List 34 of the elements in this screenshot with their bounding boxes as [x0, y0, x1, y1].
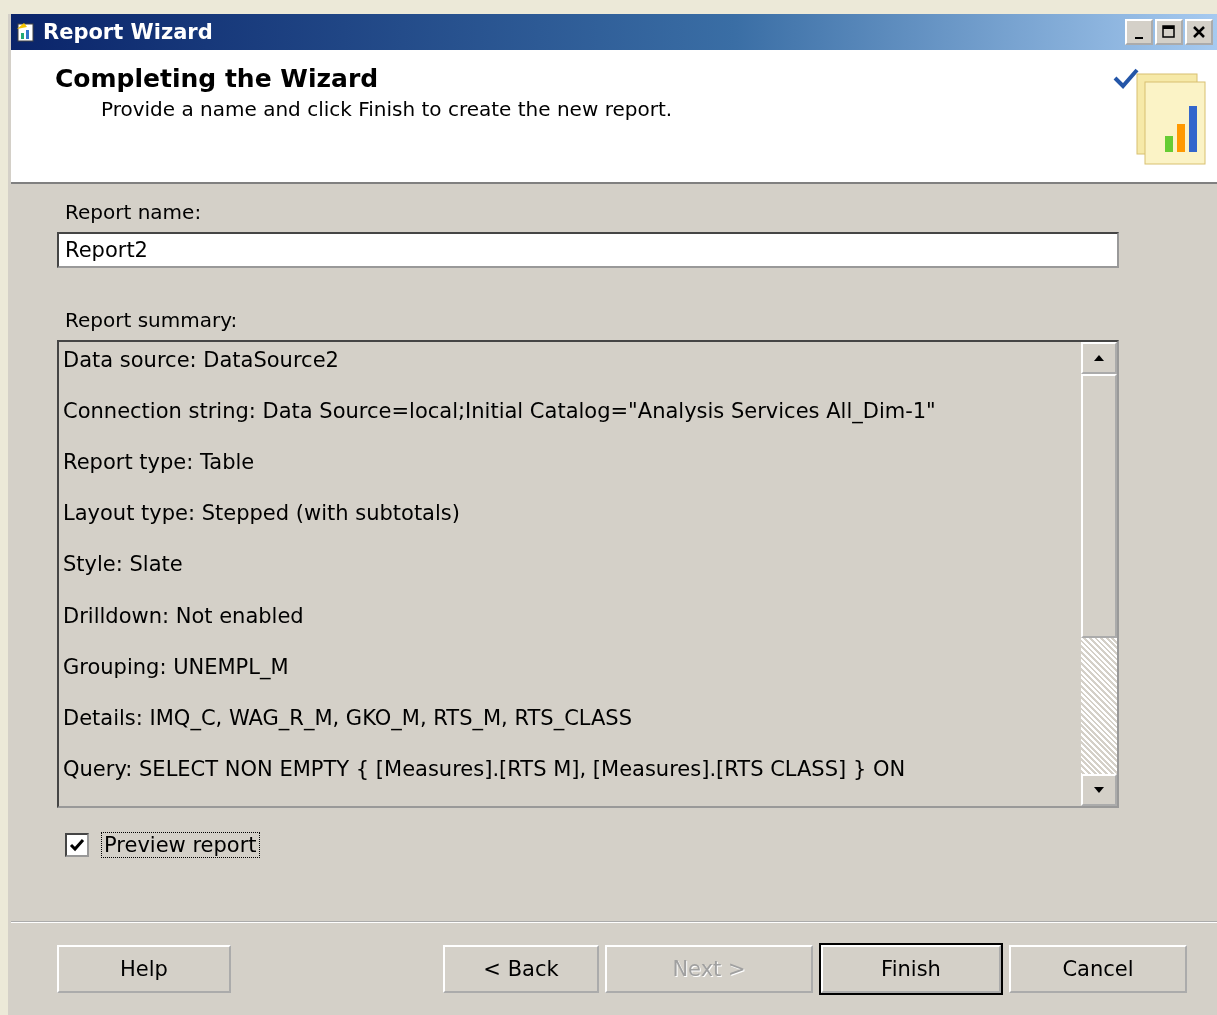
report-name-label: Report name: — [64, 200, 203, 224]
summary-line: Connection string: Data Source=local;Initial Catalog="Analysis Services All_Dim-1" — [63, 398, 937, 426]
summary-line: Layout type: Stepped (with subtotals) — [63, 500, 461, 528]
scroll-down-icon[interactable] — [1081, 774, 1117, 806]
summary-line: Drilldown: Not enabled — [63, 602, 305, 630]
preview-checkbox[interactable] — [65, 833, 89, 857]
summary-line: Style: Slate — [63, 551, 184, 579]
scroll-up-icon[interactable] — [1081, 342, 1117, 374]
summary-line: Query: SELECT NON EMPTY { [Measures].[RTS M], [Measures].[RTS CLASS] } ON — [63, 755, 907, 783]
summary-line: Report type: Table — [63, 449, 256, 477]
summary-line: Data source: DataSource2 — [63, 347, 340, 374]
minimize-icon — [1135, 37, 1143, 39]
maximize-button[interactable] — [1155, 19, 1183, 45]
report-summary-list[interactable] — [57, 340, 1119, 808]
check-icon — [69, 837, 85, 853]
summary-line: Grouping: UNEMPL_M — [63, 653, 290, 682]
wizard-button[interactable]: Help — [57, 945, 231, 993]
report-icon — [15, 21, 37, 43]
window-title: Report Wizard — [43, 20, 214, 44]
page-subtitle: Provide a name and click Finish to create the new report. — [100, 97, 674, 121]
close-icon — [1193, 26, 1205, 38]
wizard-button[interactable]: Cancel — [1009, 945, 1187, 993]
report-name-field[interactable]: Report2 — [57, 232, 1119, 268]
scrollbar-thumb[interactable] — [1081, 374, 1117, 638]
page-title: Completing the Wizard — [55, 64, 380, 93]
report-summary-label: Report summary: — [64, 308, 239, 332]
summary-line: Details: IMQ_C, WAG_R_M, GKO_M, RTS_M, RTS_CLASS — [63, 704, 634, 733]
maximize-icon — [1162, 25, 1176, 39]
wizard-button[interactable]: Finish — [821, 945, 1001, 993]
preview-label[interactable]: Preview report — [101, 832, 260, 858]
minimize-button[interactable] — [1125, 19, 1153, 45]
scrollbar[interactable] — [1081, 342, 1117, 806]
wizard-button[interactable]: < Back — [443, 945, 599, 993]
close-button[interactable] — [1185, 19, 1213, 45]
